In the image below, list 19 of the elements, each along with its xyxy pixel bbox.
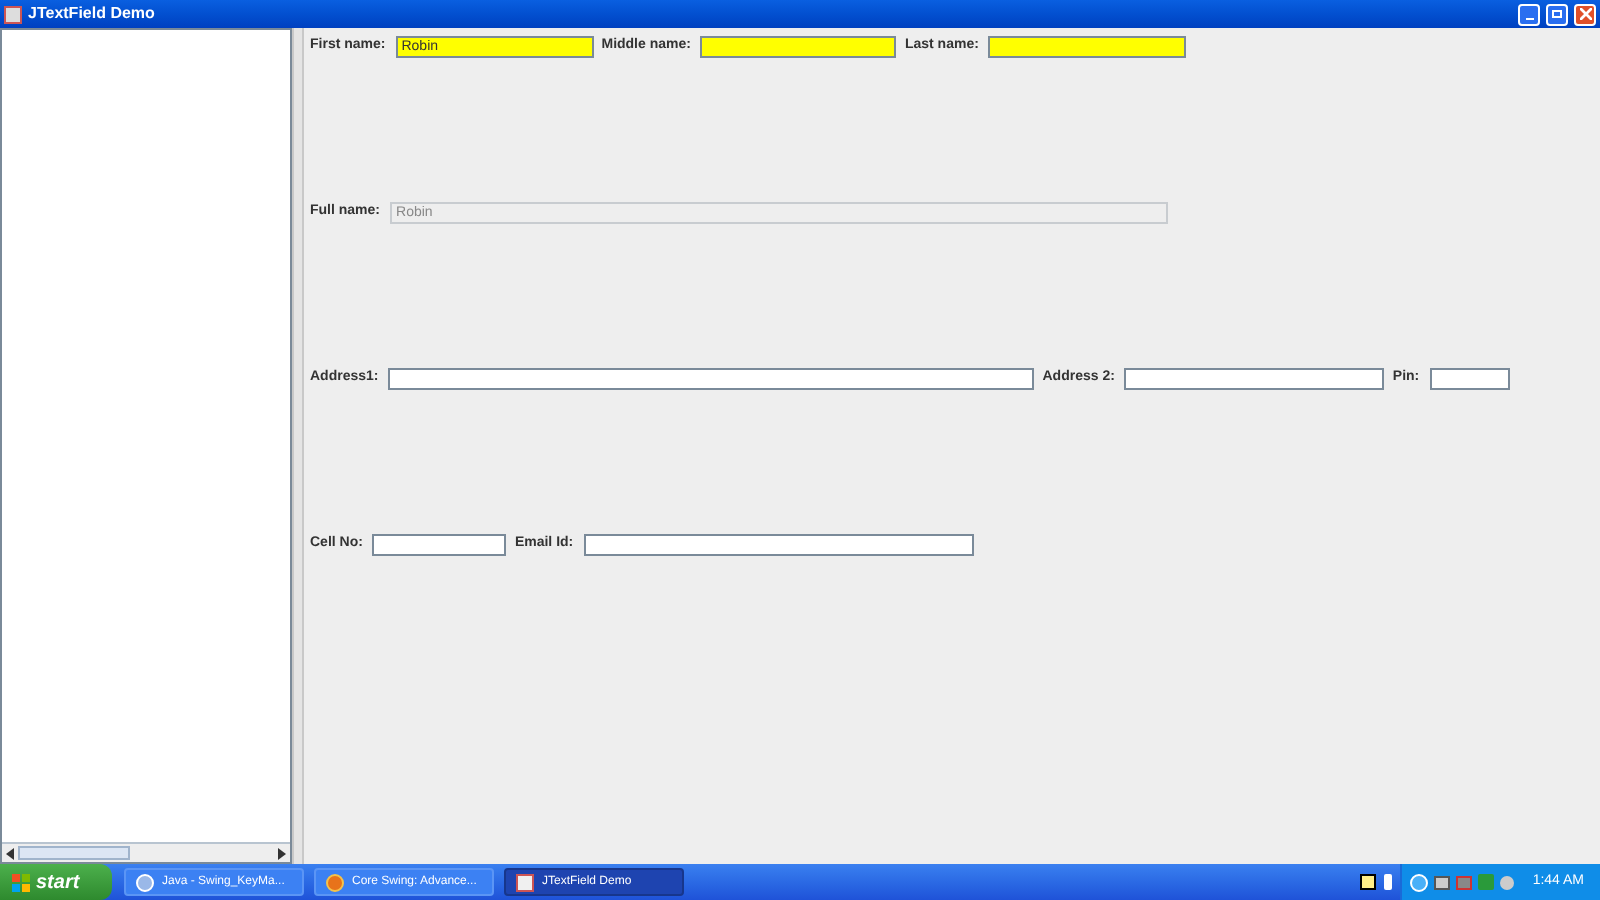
app-icon	[4, 5, 22, 23]
scrollbar-thumb[interactable]	[18, 846, 130, 860]
restore-button[interactable]	[1546, 3, 1568, 25]
text-field[interactable]	[388, 368, 1035, 390]
text-field[interactable]	[988, 36, 1187, 58]
text-field[interactable]	[372, 534, 507, 556]
window-title: JTextField Demo	[28, 6, 157, 22]
text-field[interactable]	[583, 534, 974, 556]
right-arrow-icon[interactable]	[274, 847, 290, 859]
close-icon	[1579, 8, 1591, 20]
text-field[interactable]	[1429, 368, 1510, 390]
windows-logo-icon	[12, 873, 30, 891]
minimize-button[interactable]	[1518, 3, 1540, 25]
horizontal-scrollbar[interactable]	[2, 842, 290, 862]
left-arrow-icon[interactable]	[2, 847, 18, 859]
close-button[interactable]	[1574, 3, 1596, 25]
start-button[interactable]: start	[0, 864, 112, 900]
text-field[interactable]	[700, 36, 897, 58]
text-field[interactable]	[1124, 368, 1385, 390]
